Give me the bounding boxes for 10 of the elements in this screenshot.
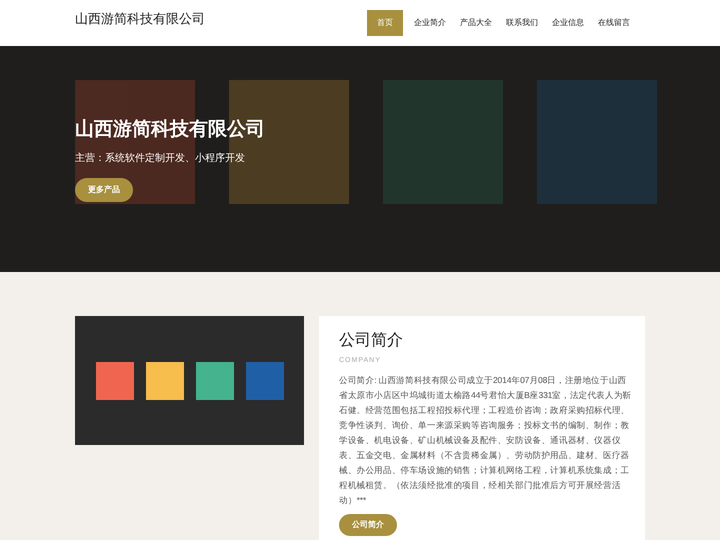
hero-title: 山西游简科技有限公司 [75,118,265,142]
nav-link[interactable]: 在线留言 [598,10,630,36]
nav-link[interactable]: 企业简介 [414,10,446,36]
hero-subtitle: 主营：系统软件定制开发、小程序开发 [75,152,245,166]
site-logo[interactable]: 山西游简科技有限公司 [75,9,205,28]
about-text: 公司简介: 山西游简科技有限公司成立于2014年07月08日，注册地位于山西省太原市小店区中坞城街道太榆路44号君怡大厦B座331室，法定代表人为靳石健。经营范围包括工程招投标代理；工程造价咨询；政府采购招标代理、竞争性谈判、询价、单一来源采购等咨询服务；投标文书的编制、制作；教学设备、机电设备、矿山机械设备及配件、安防设备、通讯器材、仪器仪表、五金交电、金属材料（不含贵稀金属）、劳动防护用品、建材、医疗器械、办公用品、停车场设施的销售；计算机网络工程，计算机系统集成；工程机械租赁。（依法须经批准的项目，经相关部门批准后方可开展经营活动）*** [339,374,632,506]
nav-link[interactable]: 产品大全 [460,10,492,36]
nav-link[interactable]: 联系我们 [506,10,538,36]
about-title: 公司简介 [339,331,404,351]
nav-link[interactable]: 企业信息 [552,10,584,36]
